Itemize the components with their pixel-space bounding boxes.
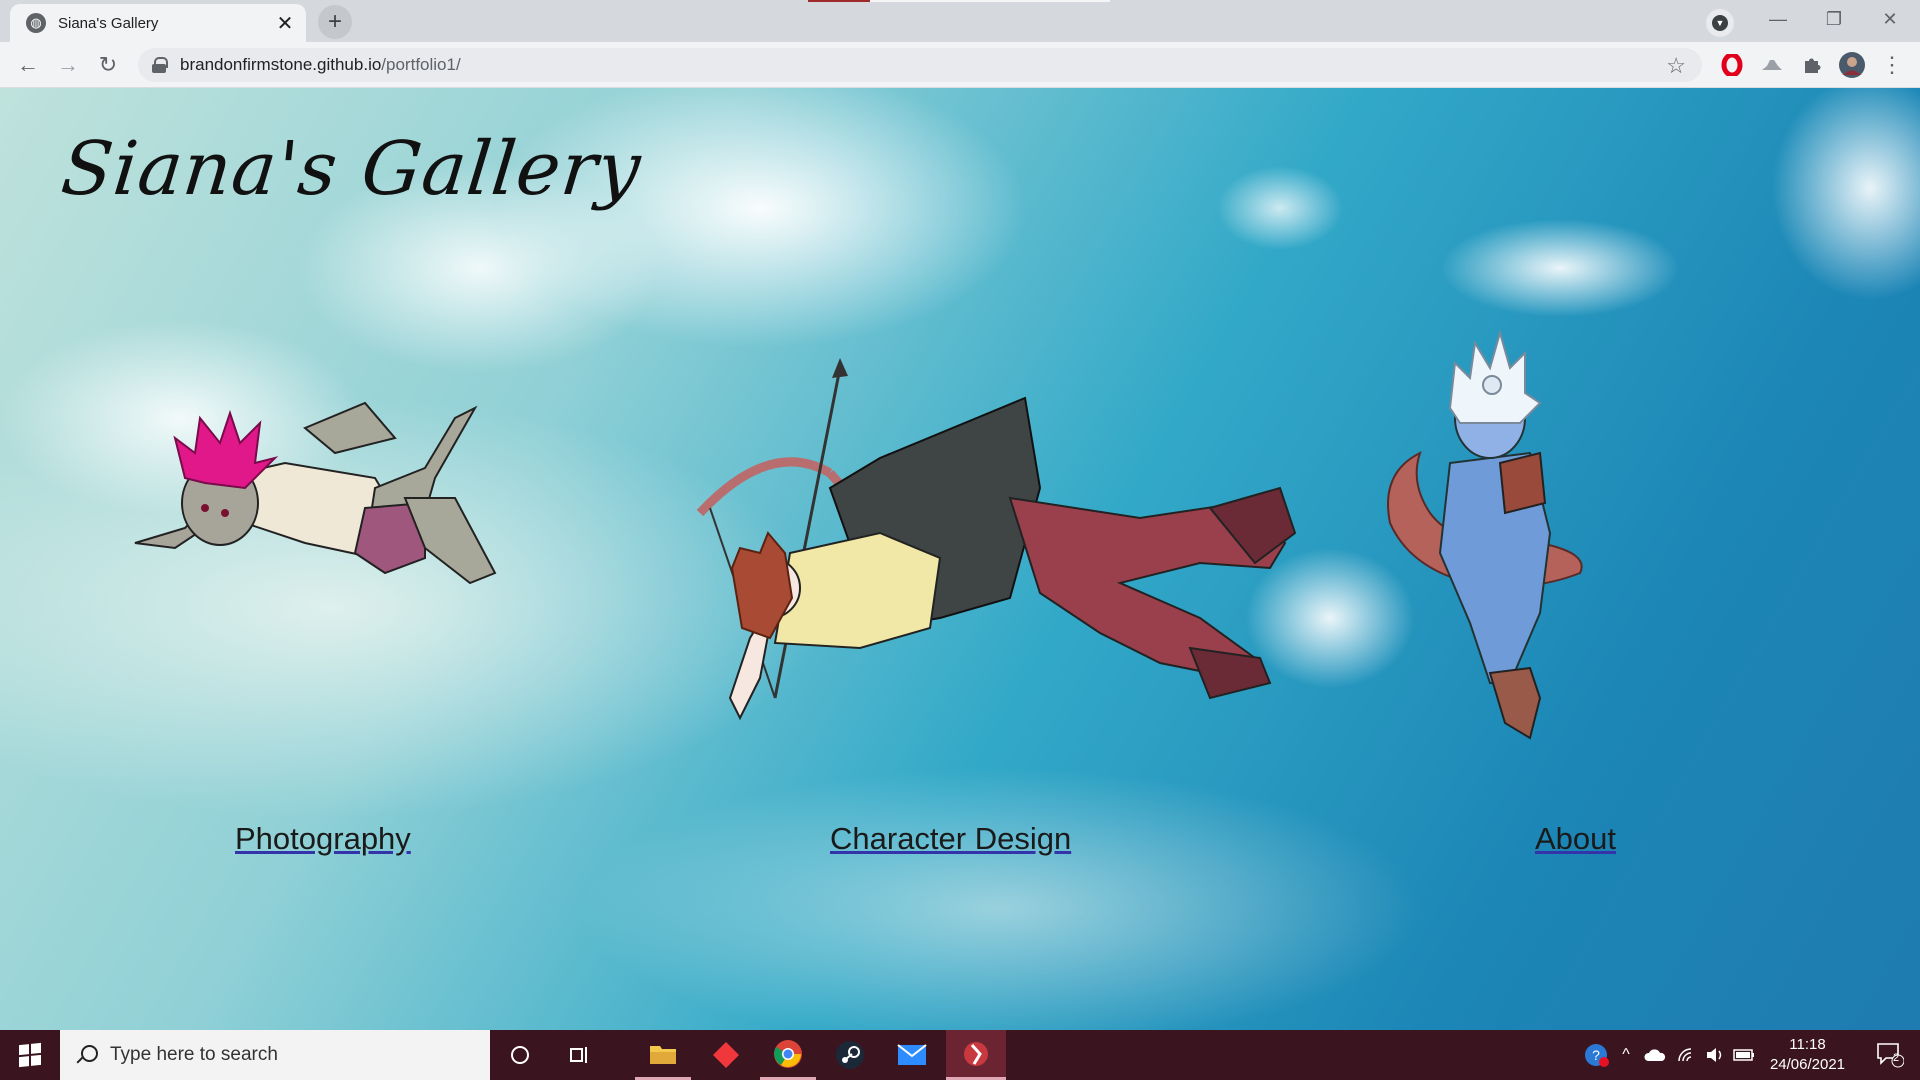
taskbar-search-box[interactable]: Type here to search <box>60 1030 490 1080</box>
url-path: /portfolio1/ <box>381 55 461 74</box>
globe-icon: ◍ <box>26 13 46 33</box>
browser-toolbar: ← → ↻ brandonfirmstone.github.io/portfol… <box>0 42 1920 88</box>
search-placeholder: Type here to search <box>110 1044 278 1065</box>
close-window-button[interactable]: ✕ <box>1862 0 1918 38</box>
url-domain: brandonfirmstone.github.io <box>180 55 382 74</box>
browser-menu-button[interactable]: ⋮ <box>1878 51 1906 79</box>
profile-avatar[interactable] <box>1838 51 1866 79</box>
app-active-taskbar-icon[interactable] <box>946 1030 1006 1080</box>
tab-strip-indicator <box>870 0 1110 2</box>
nav-link-character-design[interactable]: Character Design <box>830 821 1071 857</box>
address-bar[interactable]: brandonfirmstone.github.io/portfolio1/ ☆ <box>138 48 1702 82</box>
blue-character-illustration[interactable] <box>1380 323 1605 743</box>
minimize-button[interactable]: — <box>1750 0 1806 38</box>
browser-tab[interactable]: ◍ Siana's Gallery ✕ <box>10 4 306 42</box>
restore-button[interactable]: ❐ <box>1806 0 1862 38</box>
tab-search-button[interactable]: ▼ <box>1706 9 1734 37</box>
start-button[interactable] <box>0 1030 60 1080</box>
wifi-icon[interactable] <box>1672 1030 1702 1080</box>
gallery-page: Siana's Gallery Photography Character De… <box>0 88 1920 1030</box>
notification-center-button[interactable]: 2 <box>1868 1030 1912 1080</box>
cortana-button[interactable] <box>492 1030 548 1080</box>
taskbar-clock[interactable]: 11:18 24/06/2021 <box>1760 1035 1855 1075</box>
extension-hat-icon[interactable] <box>1758 51 1786 79</box>
opera-extension-icon[interactable] <box>1718 51 1746 79</box>
pink-hair-character-illustration[interactable] <box>125 358 515 608</box>
file-explorer-taskbar-icon[interactable] <box>635 1030 691 1080</box>
tab-close-button[interactable]: ✕ <box>274 12 296 35</box>
task-view-button[interactable] <box>552 1030 608 1080</box>
browser-tab-strip: ◍ Siana's Gallery ✕ + ▼ — ❐ ✕ <box>0 0 1920 42</box>
lock-icon <box>152 57 168 73</box>
chrome-taskbar-icon[interactable] <box>760 1030 816 1080</box>
app-diamond-taskbar-icon[interactable] <box>698 1030 754 1080</box>
battery-icon[interactable] <box>1730 1030 1758 1080</box>
tab-strip-indicator <box>808 0 870 2</box>
clock-time: 11:18 <box>1789 1036 1826 1053</box>
chevron-down-icon: ▼ <box>1712 15 1728 31</box>
nav-link-about[interactable]: About <box>1535 821 1616 857</box>
steam-taskbar-icon[interactable] <box>822 1030 878 1080</box>
new-tab-button[interactable]: + <box>318 5 352 39</box>
nav-link-photography[interactable]: Photography <box>235 821 411 857</box>
site-title: Siana's Gallery <box>57 126 646 212</box>
windows-taskbar: Type here to search ? ^ 11:18 24/06/2021 <box>0 1030 1920 1080</box>
archer-character-illustration[interactable] <box>680 358 1300 808</box>
tab-title: Siana's Gallery <box>58 14 159 32</box>
windows-logo-icon <box>19 1042 41 1068</box>
onedrive-cloud-icon[interactable] <box>1640 1030 1670 1080</box>
bookmark-star-icon[interactable]: ☆ <box>1666 53 1686 79</box>
help-tray-icon[interactable]: ? <box>1578 1030 1614 1080</box>
puzzle-extensions-icon[interactable] <box>1798 51 1826 79</box>
volume-icon[interactable] <box>1702 1030 1730 1080</box>
reload-button[interactable]: ↻ <box>92 49 124 81</box>
back-button[interactable]: ← <box>12 49 44 81</box>
url-text: brandonfirmstone.github.io/portfolio1/ <box>180 55 461 75</box>
svg-text:?: ? <box>1592 1047 1600 1063</box>
forward-button[interactable]: → <box>52 49 84 81</box>
clock-date: 24/06/2021 <box>1769 1056 1846 1073</box>
search-icon <box>76 1045 98 1065</box>
notification-count-badge: 2 <box>1893 1052 1900 1064</box>
mail-taskbar-icon[interactable] <box>884 1030 940 1080</box>
chevron-up-icon[interactable]: ^ <box>1614 1030 1638 1080</box>
